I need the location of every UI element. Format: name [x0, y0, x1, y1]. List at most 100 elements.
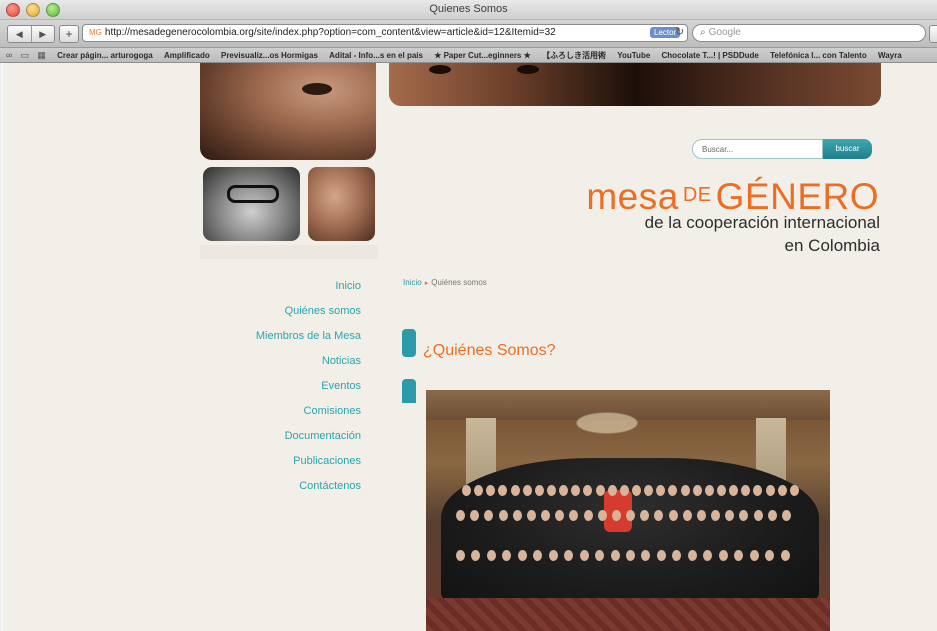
person-face	[632, 485, 641, 496]
back-button[interactable]: ◀	[8, 26, 32, 42]
person-face	[789, 485, 799, 496]
person-face	[597, 510, 607, 521]
bookmark-item[interactable]: YouTube	[617, 49, 650, 62]
photo-face-crop	[308, 167, 375, 241]
page-title: ¿Quiénes Somos?	[423, 342, 556, 359]
logo-tagline-1: de la cooperación internacional	[644, 213, 880, 232]
person-face	[626, 510, 635, 521]
site-logo[interactable]: mesa DE GÉNERO	[586, 175, 879, 217]
person-face	[765, 485, 775, 496]
address-text: http://mesadegenerocolombia.org/site/ind…	[104, 27, 556, 38]
browser-window: Quienes Somos ◀ ▶ + MG http://mesadegener…	[0, 0, 937, 631]
person-face	[656, 550, 666, 561]
person-face	[718, 550, 728, 561]
bookmark-item[interactable]: Adital - Info...s en el país	[329, 49, 423, 62]
main-nav: Inicio Quiénes somos Miembros de la Mesa…	[203, 278, 361, 503]
title-marker	[402, 329, 416, 357]
person-face	[512, 510, 522, 521]
person-face	[547, 485, 556, 496]
person-face	[486, 550, 496, 561]
search-icon: ⌕	[700, 27, 706, 38]
favicon-text: MG	[89, 28, 102, 37]
browser-toolbar: ◀ ▶ + MG http://mesadegenerocolombia.org/…	[0, 20, 937, 48]
bookmark-item[interactable]: Crear págin... arturogoga	[57, 49, 153, 62]
person-face	[711, 510, 720, 521]
photo-strip-divider	[200, 245, 378, 259]
bookmark-item[interactable]: Wayra	[878, 49, 902, 62]
person-face	[753, 510, 763, 521]
add-bookmark-button[interactable]: +	[59, 25, 79, 43]
reload-icon[interactable]: ↻	[675, 25, 684, 38]
window-title: Quienes Somos	[429, 3, 508, 15]
site-search-input[interactable]: Buscar...	[692, 139, 823, 159]
bookmark-item[interactable]: ★ Paper Cut...eginners ★	[434, 49, 531, 62]
person-face	[717, 485, 726, 496]
person-face	[579, 550, 589, 561]
nav-item-noticias[interactable]: Noticias	[203, 353, 361, 378]
nav-item-quienes-somos[interactable]: Quiénes somos	[203, 303, 361, 328]
person-face	[687, 550, 697, 561]
breadcrumb-home-link[interactable]: Inicio	[403, 278, 422, 287]
person-face	[692, 485, 702, 496]
person-face	[498, 510, 508, 521]
person-face	[696, 510, 706, 521]
web-page: Buscar... buscar mesa DE GÉNERO de la coop…	[3, 63, 937, 631]
person-face	[777, 485, 787, 496]
toolbar-overflow-button[interactable]	[929, 25, 937, 43]
bookmarks-icon[interactable]: ▭	[21, 48, 30, 62]
logo-word-genero: GÉNERO	[715, 176, 879, 217]
site-search-button[interactable]: buscar	[823, 139, 872, 159]
logo-word-de: DE	[682, 184, 712, 206]
bookmark-item[interactable]: Amplificado	[164, 49, 210, 62]
address-bar[interactable]: MG http://mesadegenerocolombia.org/site/i…	[82, 24, 688, 42]
title-bar: Quienes Somos	[0, 0, 937, 20]
content-marker	[402, 379, 416, 403]
nav-item-comisiones[interactable]: Comisiones	[203, 403, 361, 428]
person-face	[517, 550, 527, 561]
back-forward-buttons: ◀ ▶	[7, 25, 55, 43]
logo-word-mesa: mesa	[586, 176, 679, 217]
bookmarks-bar: ∞ ▭ ▦ Crear págin... arturogoga Amplific…	[0, 48, 937, 63]
person-face	[456, 510, 465, 521]
header-banner-photo	[389, 63, 881, 106]
photo-woman-glasses	[203, 167, 300, 241]
person-face	[510, 485, 520, 496]
person-face	[682, 510, 692, 521]
person-face	[534, 485, 544, 496]
person-face	[456, 550, 465, 561]
person-face	[595, 485, 605, 496]
browser-search-field[interactable]: ⌕ Google	[692, 24, 926, 42]
person-face	[749, 550, 759, 561]
header-photo-woman	[200, 63, 376, 160]
forward-button[interactable]: ▶	[32, 26, 55, 42]
person-face	[619, 485, 629, 496]
nav-item-inicio[interactable]: Inicio	[203, 278, 361, 303]
nav-item-contactenos[interactable]: Contáctenos	[203, 478, 361, 503]
browser-search-placeholder: Google	[708, 27, 741, 38]
nav-item-eventos[interactable]: Eventos	[203, 378, 361, 403]
person-face	[610, 550, 620, 561]
person-face	[541, 510, 550, 521]
group-photo	[426, 390, 830, 631]
person-face	[626, 550, 635, 561]
person-face	[611, 510, 621, 521]
person-face	[462, 485, 471, 496]
bookmark-item[interactable]: 【ふろしき活用術	[542, 49, 606, 62]
person-face	[668, 510, 678, 521]
person-face	[607, 485, 617, 496]
person-face	[522, 485, 532, 496]
reading-list-icon[interactable]: ∞	[6, 48, 12, 62]
nav-item-publicaciones[interactable]: Publicaciones	[203, 453, 361, 478]
nav-item-miembros[interactable]: Miembros de la Mesa	[203, 328, 361, 353]
nav-item-documentacion[interactable]: Documentación	[203, 428, 361, 453]
bookmark-item[interactable]: Chocolate T...! | PSDDude	[662, 49, 759, 62]
bookmark-item[interactable]: Telefónica I... con Talento	[770, 49, 867, 62]
breadcrumb: Inicio ▸ Quiénes somos	[403, 278, 487, 287]
person-face	[526, 510, 536, 521]
logo-tagline-2: en Colombia	[784, 236, 880, 255]
person-face	[780, 550, 790, 561]
bookmark-item[interactable]: Previsualiz...os Hormigas	[221, 49, 318, 62]
person-face	[781, 510, 791, 521]
top-sites-icon[interactable]: ▦	[37, 48, 46, 62]
person-face	[704, 485, 714, 496]
